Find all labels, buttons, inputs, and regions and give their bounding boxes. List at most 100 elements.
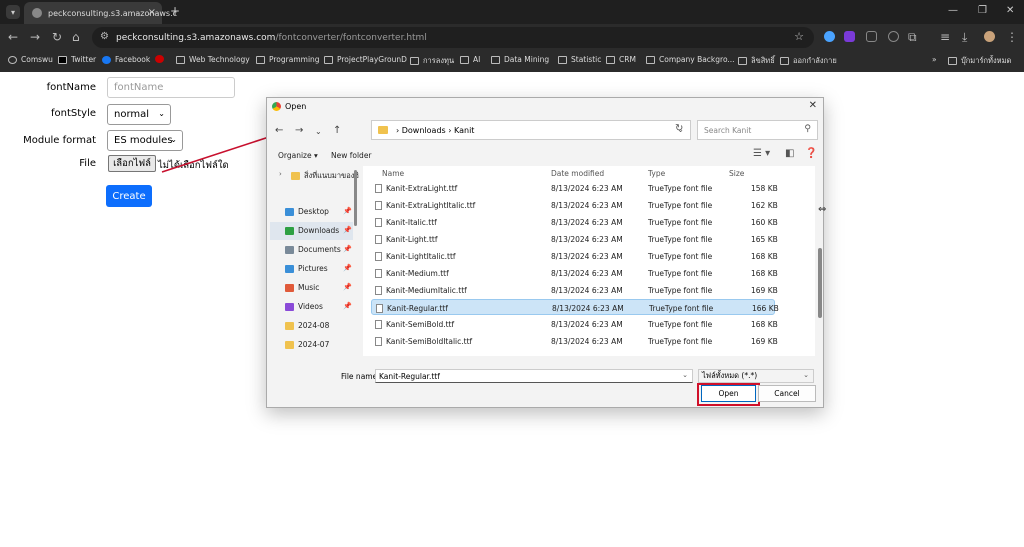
nav-item-downloads[interactable]: Downloads 📌: [285, 226, 352, 235]
preview-pane-icon[interactable]: ◧: [785, 148, 794, 159]
file-date: 8/13/2024 6:23 AM: [551, 337, 623, 346]
chevron-down-icon[interactable]: ⌄: [682, 371, 688, 379]
file-size: 168 KB: [751, 252, 778, 261]
file-row[interactable]: Kanit-SemiBoldItalic.ttf 8/13/2024 6:23 A…: [371, 333, 778, 349]
column-header-date[interactable]: Date modified: [551, 169, 604, 178]
recent-locations-icon[interactable]: ⌄: [315, 127, 322, 136]
file-type: TrueType font file: [648, 269, 713, 278]
new-folder-button[interactable]: New folder: [331, 151, 372, 160]
file-size: 169 KB: [751, 286, 778, 295]
chevron-right-icon[interactable]: ›: [279, 170, 282, 178]
nav-scrollbar[interactable]: [354, 170, 357, 226]
dialog-search-input[interactable]: Search Kanit ⚲: [697, 120, 818, 140]
file-size: 158 KB: [751, 184, 778, 193]
pin-icon: 📌: [343, 207, 352, 215]
file-type: TrueType font file: [648, 286, 713, 295]
folder-icon: [285, 321, 294, 330]
file-name: Kanit-Regular.ttf: [387, 304, 448, 313]
dialog-address-bar[interactable]: › Downloads › Kanit ⌄: [371, 120, 691, 140]
font-file-icon: [375, 184, 382, 193]
organize-menu[interactable]: Organize ▾: [278, 151, 318, 160]
file-type: TrueType font file: [648, 337, 713, 346]
file-type: TrueType font file: [648, 320, 713, 329]
file-date: 8/13/2024 6:23 AM: [551, 252, 623, 261]
file-list-scrollbar[interactable]: [818, 248, 822, 318]
breadcrumb-kanit[interactable]: Kanit: [454, 126, 474, 135]
back-icon[interactable]: ←: [275, 125, 283, 136]
file-row[interactable]: Kanit-Italic.ttf 8/13/2024 6:23 AM TrueTyp…: [371, 214, 778, 230]
open-button[interactable]: Open: [701, 385, 756, 402]
font-file-icon: [375, 218, 382, 227]
file-date: 8/13/2024 6:23 AM: [551, 320, 623, 329]
chevron-down-icon: ⌄: [803, 371, 809, 379]
nav-item-2024-07[interactable]: 2024-07: [285, 340, 329, 349]
file-row[interactable]: Kanit-ExtraLight.ttf 8/13/2024 6:23 AM Tru…: [371, 180, 778, 196]
resize-cursor-icon: ⇔: [818, 204, 827, 215]
file-type: TrueType font file: [648, 235, 713, 244]
navigation-pane: › สิ่งที่แนบมาของฮิ Desktop 📌 Downloads 📌 …: [267, 166, 360, 356]
pin-icon: 📌: [343, 226, 352, 234]
file-date: 8/13/2024 6:23 AM: [551, 235, 623, 244]
cancel-button[interactable]: Cancel: [758, 385, 816, 402]
chrome-icon: [272, 102, 281, 111]
file-size: 165 KB: [751, 235, 778, 244]
font-file-icon: [375, 235, 382, 244]
file-type: TrueType font file: [648, 184, 713, 193]
nav-item-2024-08[interactable]: 2024-08: [285, 321, 329, 330]
file-date: 8/13/2024 6:23 AM: [551, 184, 623, 193]
font-file-icon: [375, 201, 382, 210]
filename-input[interactable]: Kanit-Regular.ttf ⌄: [375, 369, 693, 383]
filename-value: Kanit-Regular.ttf: [379, 371, 440, 381]
file-row[interactable]: Kanit-Regular.ttf 8/13/2024 6:23 AM TrueTy…: [371, 299, 779, 315]
file-type: TrueType font file: [649, 304, 714, 313]
file-size: 160 KB: [751, 218, 778, 227]
nav-item-music[interactable]: Music 📌: [285, 283, 352, 292]
column-header-name[interactable]: Name: [382, 169, 404, 178]
file-name: Kanit-LightItalic.ttf: [386, 252, 456, 261]
pictures-icon: [285, 264, 294, 273]
file-size: 169 KB: [751, 337, 778, 346]
file-date: 8/13/2024 6:23 AM: [551, 269, 623, 278]
view-options-icon[interactable]: ☰ ▾: [753, 148, 770, 159]
up-folder-icon[interactable]: ↑: [333, 125, 341, 136]
font-file-icon: [375, 337, 382, 346]
font-file-icon: [375, 269, 382, 278]
file-row[interactable]: Kanit-Light.ttf 8/13/2024 6:23 AM TrueType…: [371, 231, 778, 247]
file-row[interactable]: Kanit-SemiBold.ttf 8/13/2024 6:23 AM TrueT…: [371, 316, 778, 332]
file-row[interactable]: Kanit-Medium.ttf 8/13/2024 6:23 AM TrueTyp…: [371, 265, 778, 281]
file-size: 166 KB: [752, 304, 779, 313]
file-size: 162 KB: [751, 201, 778, 210]
documents-icon: [285, 245, 294, 254]
filetype-select[interactable]: ไฟล์ทั้งหมด (*.*) ⌄: [698, 369, 814, 383]
videos-icon: [285, 302, 294, 311]
column-header-type[interactable]: Type: [648, 169, 665, 178]
file-date: 8/13/2024 6:23 AM: [551, 286, 623, 295]
nav-item-pictures[interactable]: Pictures 📌: [285, 264, 352, 273]
breadcrumb-downloads[interactable]: Downloads: [402, 126, 446, 135]
pin-icon: 📌: [343, 245, 352, 253]
breadcrumb-sep: ›: [445, 125, 454, 135]
dialog-close-icon[interactable]: ✕: [809, 100, 817, 111]
file-date: 8/13/2024 6:23 AM: [551, 201, 623, 210]
forward-icon[interactable]: →: [295, 125, 303, 136]
nav-item-videos[interactable]: Videos 📌: [285, 302, 352, 311]
file-type: TrueType font file: [648, 252, 713, 261]
nav-item-desktop[interactable]: Desktop 📌: [285, 207, 352, 216]
file-name: Kanit-Light.ttf: [386, 235, 438, 244]
desktop-icon: [285, 207, 294, 216]
file-name: Kanit-ExtraLight.ttf: [386, 184, 458, 193]
file-row[interactable]: Kanit-ExtraLightItalic.ttf 8/13/2024 6:23…: [371, 197, 778, 213]
nav-item-attachments[interactable]: สิ่งที่แนบมาของฮิ: [291, 170, 359, 182]
file-list: Name Date modified Type Size Kanit-Extra…: [363, 166, 815, 356]
filetype-value: ไฟล์ทั้งหมด (*.*): [702, 371, 758, 380]
file-row[interactable]: Kanit-LightItalic.ttf 8/13/2024 6:23 AM Tr…: [371, 248, 778, 264]
help-icon[interactable]: ❓: [805, 148, 817, 159]
column-header-size[interactable]: Size: [729, 169, 744, 178]
filename-label: File name:: [341, 372, 380, 381]
file-row[interactable]: Kanit-MediumItalic.ttf 8/13/2024 6:23 AM T…: [371, 282, 778, 298]
font-file-icon: [375, 320, 382, 329]
dialog-title: Open: [285, 102, 307, 111]
nav-item-documents[interactable]: Documents 📌: [285, 245, 352, 254]
folder-icon: [291, 172, 300, 180]
refresh-icon[interactable]: ↻: [675, 123, 683, 134]
